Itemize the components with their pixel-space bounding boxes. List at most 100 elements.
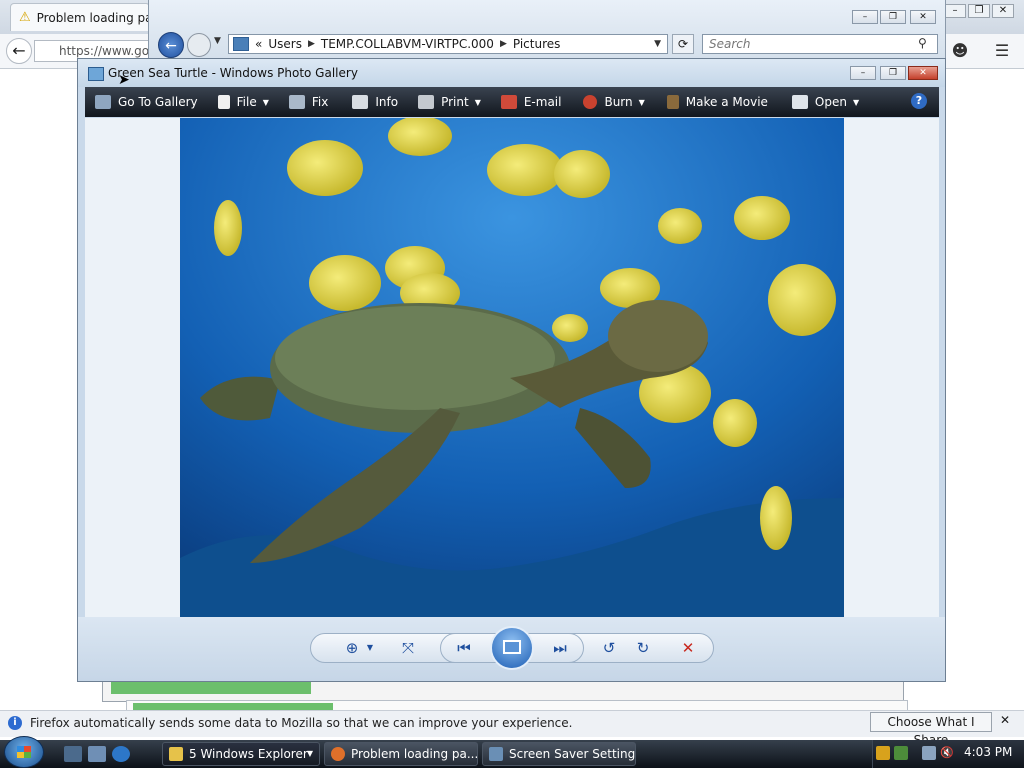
explorer-minimize-button[interactable]: –	[852, 10, 878, 24]
fix-icon	[288, 95, 305, 109]
chat-icon[interactable]: ☻	[948, 40, 972, 62]
breadcrumb-pictures[interactable]: Pictures	[513, 37, 561, 51]
volume-muted-icon[interactable]: 🔇	[940, 746, 954, 760]
show-desktop-icon[interactable]	[64, 746, 82, 762]
disc-icon	[583, 95, 598, 109]
firefox-close-button[interactable]: ✕	[992, 4, 1014, 18]
rotate-counterclockwise-icon[interactable]: ↺	[597, 636, 621, 660]
chevron-down-icon: ▼	[638, 97, 645, 107]
gallery-icon	[95, 95, 111, 109]
info-icon: i	[8, 716, 22, 730]
folder-icon	[169, 747, 183, 761]
breadcrumb-users[interactable]: Users	[268, 37, 302, 51]
search-placeholder: Search	[709, 37, 751, 51]
taskbar-windows-explorer[interactable]: 5 Windows Explorer ▼	[162, 742, 320, 766]
help-icon[interactable]: ?	[911, 93, 927, 109]
info-label: Info	[375, 95, 399, 109]
menu-icon[interactable]: ☰	[990, 40, 1014, 62]
windows-update-icon[interactable]	[894, 746, 908, 760]
zoom-chevron-down-icon[interactable]: ▼	[358, 636, 382, 660]
go-to-gallery-button[interactable]: Go To Gallery	[95, 87, 198, 117]
address-dropdown-icon[interactable]: ▼	[654, 39, 661, 49]
open-label: Open	[814, 95, 847, 109]
photo-gallery-close-button[interactable]: ✕	[908, 66, 938, 80]
screen-saver-icon	[489, 747, 503, 761]
firefox-url-text: https://www.goo	[59, 44, 157, 58]
print-menu-button[interactable]: Print ▼	[418, 87, 481, 117]
email-icon	[500, 95, 517, 109]
address-prefix[interactable]: «	[255, 37, 262, 51]
switch-windows-icon[interactable]	[88, 746, 106, 762]
explorer-maximize-button[interactable]: ❐	[880, 10, 906, 24]
slide-show-icon	[503, 640, 521, 654]
chevron-down-icon: ▼	[474, 97, 481, 107]
actual-size-icon[interactable]: ⤧	[396, 636, 420, 660]
explorer-back-button[interactable]: ←	[158, 32, 184, 58]
breadcrumb-separator-icon[interactable]: ▶	[308, 39, 315, 49]
email-label: E-mail	[523, 95, 562, 109]
delete-icon[interactable]: ✕	[676, 636, 700, 660]
photo-gallery-minimize-button[interactable]: –	[850, 66, 876, 80]
printer-icon	[418, 95, 435, 109]
rotate-clockwise-icon[interactable]: ↻	[631, 636, 655, 660]
make-a-movie-button[interactable]: Make a Movie	[666, 87, 768, 117]
clock[interactable]: 4:03 PM	[964, 745, 1012, 759]
firefox-minimize-button[interactable]: –	[944, 4, 966, 18]
firefox-icon	[331, 747, 345, 761]
taskbar-firefox[interactable]: Problem loading pa...	[324, 742, 478, 766]
recent-pages-dropdown-icon[interactable]: ▼	[214, 36, 221, 46]
breadcrumb-separator-icon[interactable]: ▶	[500, 39, 507, 49]
fix-button[interactable]: Fix	[288, 87, 328, 117]
photo-gallery-title: Green Sea Turtle - Windows Photo Gallery	[108, 66, 358, 80]
taskbar-explorer-label: 5 Windows Explorer	[189, 747, 308, 761]
windows-logo-icon	[17, 746, 31, 758]
notification-close-icon[interactable]: ✕	[1000, 713, 1010, 727]
info-button[interactable]: Info	[352, 87, 398, 117]
mouse-cursor-icon: ➤	[118, 72, 130, 88]
choose-what-i-share-button[interactable]: Choose What I Share	[870, 712, 992, 747]
taskbar-screen-saver-label: Screen Saver Settings	[509, 747, 636, 761]
go-to-gallery-label: Go To Gallery	[118, 95, 198, 109]
previous-icon[interactable]: ⏮	[452, 636, 476, 660]
breadcrumb-temp-user[interactable]: TEMP.COLLABVM-VIRTPC.000	[321, 37, 494, 51]
search-icon[interactable]: ⚲	[918, 36, 927, 50]
taskbar-screen-saver-settings[interactable]: Screen Saver Settings	[482, 742, 636, 766]
make-a-movie-label: Make a Movie	[685, 95, 768, 109]
network-icon[interactable]	[922, 746, 936, 760]
slide-show-button[interactable]	[490, 626, 534, 670]
explorer-search-input[interactable]: Search	[702, 34, 938, 54]
next-icon[interactable]: ⏭	[548, 636, 572, 660]
burn-menu-button[interactable]: Burn ▼	[583, 87, 645, 117]
open-menu-button[interactable]: Open ▼	[791, 87, 860, 117]
progress-bar	[111, 682, 311, 694]
taskbar-firefox-label: Problem loading pa...	[351, 747, 478, 761]
photo-gallery-toolbar: Go To Gallery File ▼ Fix Info Print ▼ E-ma…	[85, 87, 939, 117]
film-icon	[666, 95, 679, 109]
info-tag-icon	[352, 95, 369, 109]
email-button[interactable]: E-mail	[500, 87, 562, 117]
chevron-down-icon: ▼	[306, 749, 313, 758]
file-label: File	[236, 95, 257, 109]
security-shield-icon[interactable]	[876, 746, 890, 760]
explorer-forward-button[interactable]	[187, 33, 211, 57]
refresh-button[interactable]: ⟳	[672, 34, 694, 54]
chevron-down-icon: ▼	[852, 97, 860, 107]
folder-icon	[233, 37, 249, 51]
file-menu-button[interactable]: File ▼	[217, 87, 269, 117]
chevron-down-icon: ▼	[262, 97, 269, 107]
warning-icon: ⚠	[19, 10, 31, 25]
explorer-address-bar[interactable]: « Users ▶ TEMP.COLLABVM-VIRTPC.000 ▶ Pic…	[228, 34, 668, 54]
photo-gallery-app-icon	[88, 67, 104, 81]
firefox-maximize-button[interactable]: ❐	[968, 4, 990, 18]
firefox-back-button[interactable]: ←	[6, 38, 32, 64]
turtle-photo-image	[180, 118, 844, 617]
internet-explorer-icon[interactable]	[112, 746, 130, 762]
green-sea-turtle-photo	[180, 118, 844, 617]
photo-gallery-maximize-button[interactable]: ❐	[880, 66, 906, 80]
photo-gallery-titlebar[interactable]: Green Sea Turtle - Windows Photo Gallery	[78, 59, 945, 87]
start-button[interactable]	[4, 736, 44, 768]
file-icon	[217, 95, 230, 109]
explorer-close-button[interactable]: ✕	[910, 10, 936, 24]
firefox-tab[interactable]: ⚠ Problem loading pa	[10, 3, 150, 31]
firefox-tab-title: Problem loading pa	[36, 10, 149, 25]
